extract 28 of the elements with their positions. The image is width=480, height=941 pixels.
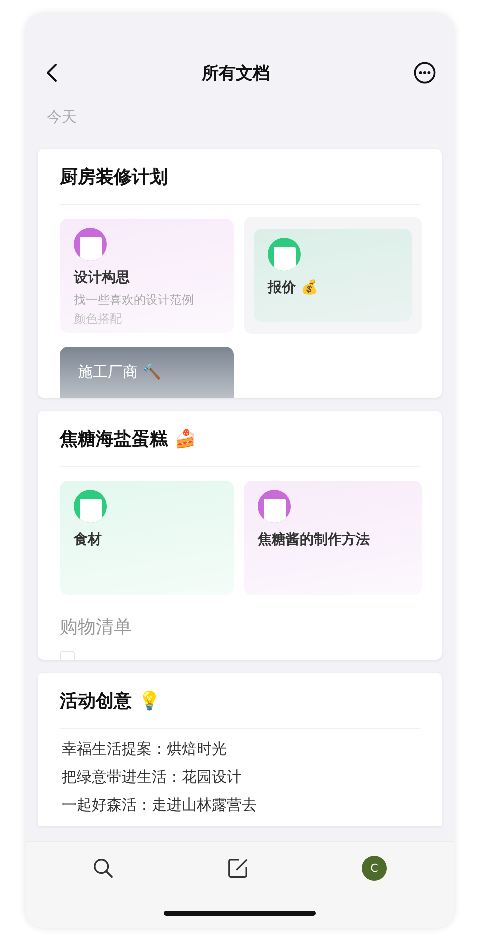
document-tile[interactable]: 设计构思 找一些喜欢的设计范例 颜色搭配 bbox=[60, 219, 234, 333]
document-title: 食材 bbox=[74, 531, 103, 549]
note-line: 一起好森活：走进山林露营去 bbox=[62, 795, 258, 816]
document-preview: 颜色搭配 bbox=[74, 312, 123, 327]
back-icon[interactable] bbox=[46, 63, 58, 83]
notebook-title: 焦糖海盐蛋糕 🍰 bbox=[60, 428, 196, 450]
section-label: 今天 bbox=[47, 108, 78, 127]
checklist-title: 购物清单 bbox=[60, 616, 133, 639]
page-title: 所有文档 bbox=[202, 62, 270, 84]
avatar[interactable]: C bbox=[362, 856, 387, 881]
document-title: 设计构思 bbox=[74, 269, 131, 287]
document-title: 施工厂商 🔨 bbox=[78, 363, 163, 382]
document-tile[interactable]: 报价 💰 bbox=[254, 229, 412, 322]
notebook-card[interactable]: 焦糖海盐蛋糕 🍰 食材 焦糖酱的制作方法 购物清单 bbox=[38, 411, 442, 660]
compose-icon[interactable] bbox=[228, 858, 248, 879]
document-preview: 找一些喜欢的设计范例 bbox=[74, 293, 195, 308]
document-tile[interactable]: 焦糖酱的制作方法 bbox=[244, 481, 422, 595]
notebook-title: 厨房装修计划 bbox=[60, 166, 168, 188]
notebook-card[interactable]: 活动创意 💡 幸福生活提案：烘焙时光 把绿意带进生活：花园设计 一起好森活：走进山林露营去 bbox=[38, 673, 442, 826]
more-icon[interactable] bbox=[414, 62, 436, 84]
search-icon[interactable] bbox=[93, 858, 114, 879]
document-tile[interactable]: 食材 bbox=[60, 481, 234, 595]
note-line: 把绿意带进生活：花园设计 bbox=[62, 767, 243, 788]
note-line: 幸福生活提案：烘焙时光 bbox=[62, 739, 228, 760]
notebook-card[interactable]: 厨房装修计划 设计构思 找一些喜欢的设计范例 颜色搭配 报价 💰 施工厂商 🔨 bbox=[38, 149, 442, 398]
notebook-title: 活动创意 💡 bbox=[60, 690, 160, 712]
document-title: 报价 💰 bbox=[268, 279, 319, 297]
document-title: 焦糖酱的制作方法 bbox=[258, 531, 371, 549]
